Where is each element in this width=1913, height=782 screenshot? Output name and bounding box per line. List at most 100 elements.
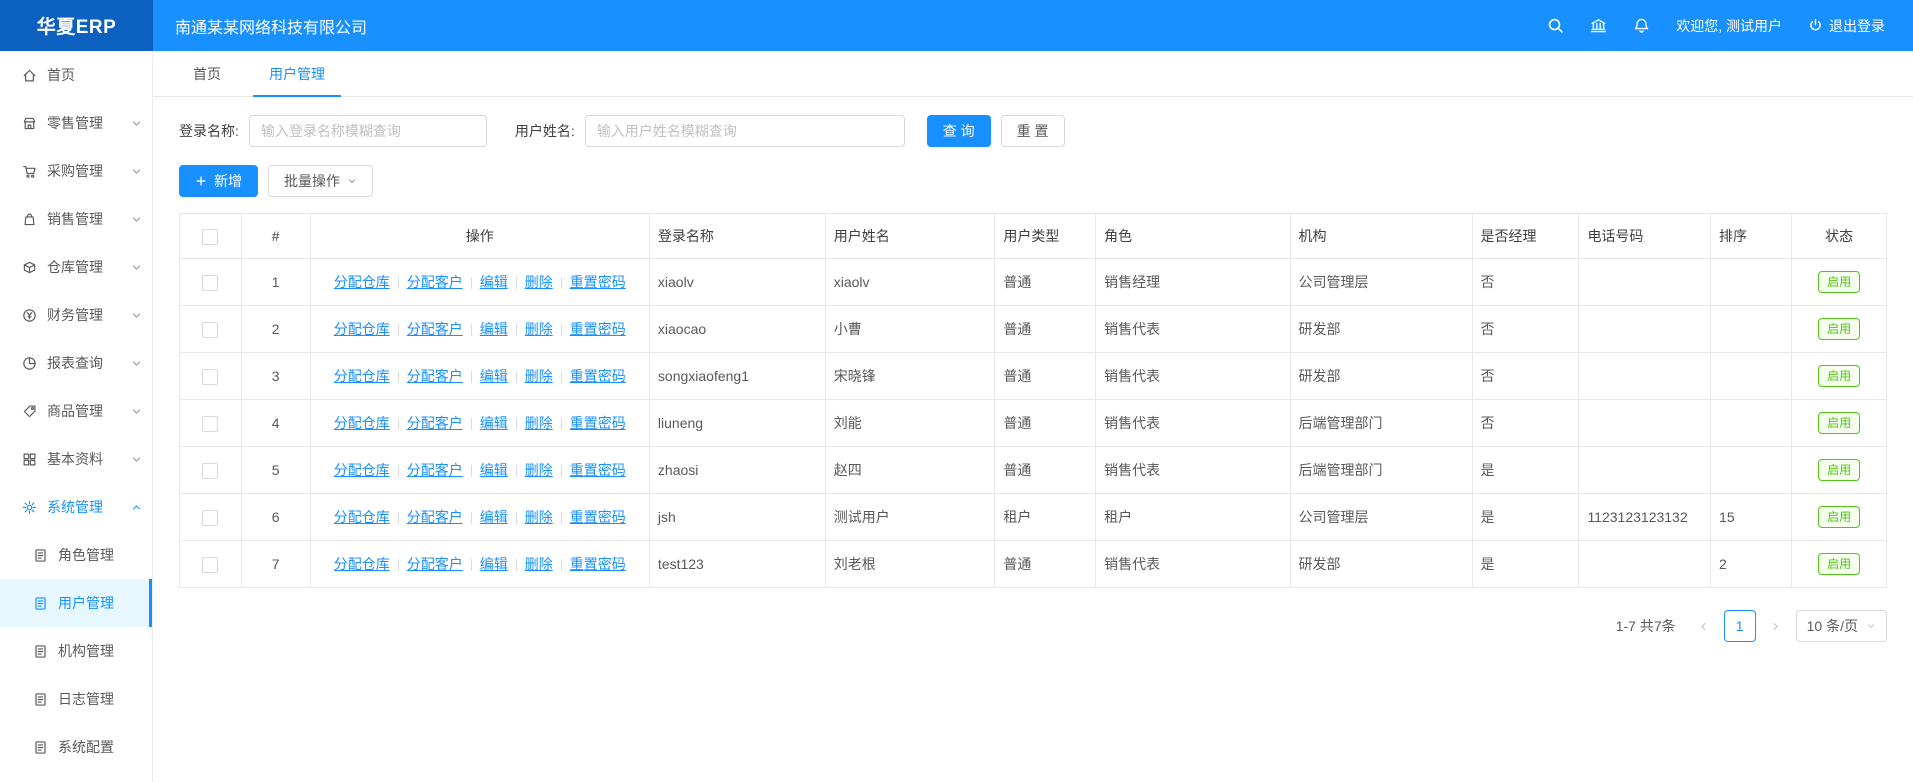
vertical-divider xyxy=(398,418,399,430)
sidebar-item-basic[interactable]: 基本资料 xyxy=(0,435,152,483)
assign-warehouse-link[interactable]: 分配仓库 xyxy=(334,368,390,384)
status-badge[interactable]: 启用 xyxy=(1818,412,1860,434)
row-checkbox[interactable] xyxy=(202,322,218,338)
edit-link[interactable]: 编辑 xyxy=(480,274,508,290)
edit-link[interactable]: 编辑 xyxy=(480,509,508,525)
next-page-button[interactable] xyxy=(1764,614,1788,638)
cell-user-name: 刘能 xyxy=(825,400,995,447)
delete-link[interactable]: 删除 xyxy=(525,368,553,384)
assign-warehouse-link[interactable]: 分配仓库 xyxy=(334,462,390,478)
batch-button-label: 批量操作 xyxy=(284,171,340,191)
sidebar-subitem-role[interactable]: 角色管理 xyxy=(0,531,152,579)
reset-password-link[interactable]: 重置密码 xyxy=(570,415,626,431)
row-checkbox[interactable] xyxy=(202,416,218,432)
bell-icon[interactable] xyxy=(1633,17,1650,34)
app-logo[interactable]: 华夏ERP xyxy=(0,0,153,51)
prev-page-button[interactable] xyxy=(1692,614,1716,638)
batch-operations-button[interactable]: 批量操作 xyxy=(268,165,373,197)
row-checkbox[interactable] xyxy=(202,369,218,385)
tab-label: 用户管理 xyxy=(269,64,325,84)
reset-password-link[interactable]: 重置密码 xyxy=(570,509,626,525)
login-name-input[interactable] xyxy=(249,115,487,147)
row-checkbox[interactable] xyxy=(202,275,218,291)
assign-customer-link[interactable]: 分配客户 xyxy=(407,274,463,290)
sidebar-item-warehouse[interactable]: 仓库管理 xyxy=(0,243,152,291)
tab-user-management[interactable]: 用户管理 xyxy=(253,51,341,96)
assign-customer-link[interactable]: 分配客户 xyxy=(407,321,463,337)
sidebar-item-report[interactable]: 报表查询 xyxy=(0,339,152,387)
cell-user-type: 普通 xyxy=(995,400,1096,447)
page-1-button[interactable]: 1 xyxy=(1724,610,1756,642)
sidebar-subitem-log[interactable]: 日志管理 xyxy=(0,675,152,723)
reset-password-link[interactable]: 重置密码 xyxy=(570,321,626,337)
assign-warehouse-link[interactable]: 分配仓库 xyxy=(334,415,390,431)
sidebar-item-retail[interactable]: 零售管理 xyxy=(0,99,152,147)
cell-role: 销售代表 xyxy=(1096,541,1290,588)
status-badge[interactable]: 启用 xyxy=(1818,318,1860,340)
cell-user-type: 普通 xyxy=(995,541,1096,588)
edit-link[interactable]: 编辑 xyxy=(480,415,508,431)
edit-link[interactable]: 编辑 xyxy=(480,321,508,337)
tab-home[interactable]: 首页 xyxy=(177,51,237,96)
assign-customer-link[interactable]: 分配客户 xyxy=(407,556,463,572)
delete-link[interactable]: 删除 xyxy=(525,509,553,525)
status-badge[interactable]: 启用 xyxy=(1818,553,1860,575)
search-icon[interactable] xyxy=(1547,17,1564,34)
assign-warehouse-link[interactable]: 分配仓库 xyxy=(334,274,390,290)
reset-button[interactable]: 重 置 xyxy=(1001,115,1065,147)
chevron-down-icon xyxy=(347,176,357,186)
user-name-input[interactable] xyxy=(585,115,905,147)
assign-warehouse-link[interactable]: 分配仓库 xyxy=(334,556,390,572)
status-badge[interactable]: 启用 xyxy=(1818,271,1860,293)
reset-password-link[interactable]: 重置密码 xyxy=(570,368,626,384)
reset-password-link[interactable]: 重置密码 xyxy=(570,462,626,478)
page-size-select[interactable]: 10 条/页 xyxy=(1796,610,1887,642)
edit-link[interactable]: 编辑 xyxy=(480,462,508,478)
delete-link[interactable]: 删除 xyxy=(525,274,553,290)
company-name: 南通某某网络科技有限公司 xyxy=(175,14,367,38)
select-all-checkbox[interactable] xyxy=(202,229,218,245)
delete-link[interactable]: 删除 xyxy=(525,462,553,478)
status-badge[interactable]: 启用 xyxy=(1818,365,1860,387)
sidebar-item-system[interactable]: 系统管理 xyxy=(0,483,152,531)
row-checkbox[interactable] xyxy=(202,463,218,479)
sidebar-item-purchase[interactable]: 采购管理 xyxy=(0,147,152,195)
cell-role: 销售代表 xyxy=(1096,353,1290,400)
edit-link[interactable]: 编辑 xyxy=(480,368,508,384)
assign-warehouse-link[interactable]: 分配仓库 xyxy=(334,509,390,525)
sidebar-subitem-user[interactable]: 用户管理 xyxy=(0,579,152,627)
query-button[interactable]: 查 询 xyxy=(927,115,991,147)
sidebar-item-home[interactable]: 首页 xyxy=(0,51,152,99)
add-button[interactable]: 新增 xyxy=(179,165,258,197)
sidebar-item-sales[interactable]: 销售管理 xyxy=(0,195,152,243)
assign-customer-link[interactable]: 分配客户 xyxy=(407,415,463,431)
topbar-right: 欢迎您, 测试用户 退出登录 xyxy=(1547,16,1913,36)
cell-row-number: 5 xyxy=(241,447,310,494)
sidebar-subitem-config[interactable]: 系统配置 xyxy=(0,723,152,771)
cell-organization: 公司管理层 xyxy=(1290,494,1472,541)
delete-link[interactable]: 删除 xyxy=(525,415,553,431)
reset-password-link[interactable]: 重置密码 xyxy=(570,274,626,290)
status-badge[interactable]: 启用 xyxy=(1818,506,1860,528)
delete-link[interactable]: 删除 xyxy=(525,321,553,337)
chevron-up-icon xyxy=(131,502,142,513)
row-checkbox[interactable] xyxy=(202,557,218,573)
assign-customer-link[interactable]: 分配客户 xyxy=(407,462,463,478)
logout-button[interactable]: 退出登录 xyxy=(1808,16,1885,36)
delete-link[interactable]: 删除 xyxy=(525,556,553,572)
tab-label: 首页 xyxy=(193,64,221,84)
vertical-divider xyxy=(398,277,399,289)
sidebar-item-finance[interactable]: 财务管理 xyxy=(0,291,152,339)
assign-customer-link[interactable]: 分配客户 xyxy=(407,368,463,384)
assign-customer-link[interactable]: 分配客户 xyxy=(407,509,463,525)
status-badge[interactable]: 启用 xyxy=(1818,459,1860,481)
sidebar-subitem-org[interactable]: 机构管理 xyxy=(0,627,152,675)
cell-login-name: liuneng xyxy=(649,400,825,447)
reset-password-link[interactable]: 重置密码 xyxy=(570,556,626,572)
row-checkbox[interactable] xyxy=(202,510,218,526)
edit-link[interactable]: 编辑 xyxy=(480,556,508,572)
cell-operations: 分配仓库 分配客户 编辑 删除 重置密码 xyxy=(310,494,649,541)
assign-warehouse-link[interactable]: 分配仓库 xyxy=(334,321,390,337)
building-icon[interactable] xyxy=(1590,17,1607,34)
sidebar-item-goods[interactable]: 商品管理 xyxy=(0,387,152,435)
